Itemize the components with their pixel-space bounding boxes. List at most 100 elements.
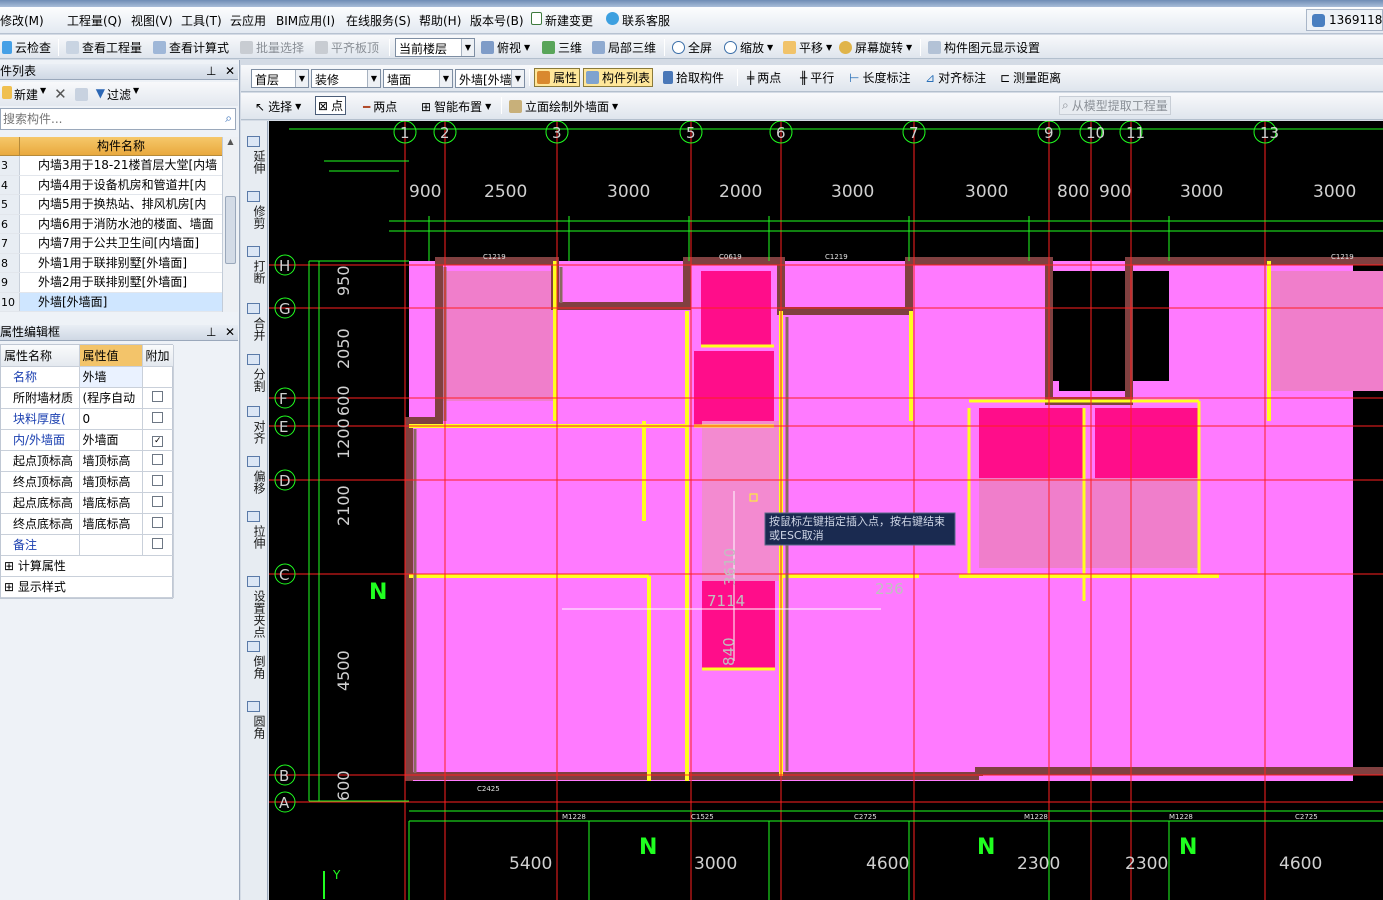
property-value[interactable]: 0 xyxy=(79,408,143,430)
drawing-canvas[interactable]: 按鼠标左键指定插入点，按右键结束 或ESC取消 3610 7114 236 84… xyxy=(269,121,1383,900)
component-search-input[interactable] xyxy=(1,109,211,128)
length-dim-button[interactable]: ⊢ 长度标注 xyxy=(847,68,912,87)
property-row[interactable]: 名称 外墙 xyxy=(1,366,174,388)
property-value[interactable]: 墙底标高 xyxy=(79,513,143,535)
element-select[interactable]: 外墙[外墙 ▼ xyxy=(455,69,525,88)
two-points-mode-button[interactable]: ━ 两点 xyxy=(361,97,399,116)
checkbox[interactable] xyxy=(152,495,164,507)
search-icon[interactable]: ⌕ xyxy=(225,111,232,126)
rotate-button[interactable]: 屏幕旋转 ▼ xyxy=(837,38,914,57)
category-select[interactable]: 装修 ▼ xyxy=(311,69,381,88)
menu-version[interactable]: 版本号(B) xyxy=(470,12,524,29)
menu-modify[interactable]: 修改(M) xyxy=(0,12,44,29)
component-row[interactable]: 7 内墙7用于公共卫生间[内墙面] xyxy=(0,234,222,254)
zoom-button[interactable]: 缩放 ▼ xyxy=(722,38,775,57)
close-icon[interactable]: ✕ xyxy=(225,64,235,79)
menu-bim[interactable]: BIM应用(I) xyxy=(276,12,335,29)
align-top-button[interactable]: 平齐板顶 xyxy=(313,38,381,57)
property-row[interactable]: 所附墙材质 (程序自动 xyxy=(1,387,174,409)
scroll-up-icon[interactable]: ▲ xyxy=(223,137,238,146)
checkbox[interactable] xyxy=(152,516,164,528)
tool-8[interactable]: 拉伸 xyxy=(241,525,266,549)
pin-icon[interactable]: ⊥ xyxy=(206,325,216,340)
group-display-style[interactable]: ⊞ 显示样式 xyxy=(1,576,174,598)
tool-11[interactable]: 圆角 xyxy=(241,715,266,739)
tool-1[interactable]: 延伸 xyxy=(241,150,266,174)
component-row[interactable]: 3 内墙3用于18-21楼首层大堂[内墙 xyxy=(0,156,222,176)
component-row[interactable]: 6 内墙6用于消防水池的楼面、墙面 xyxy=(0,214,222,234)
floor-scope-select[interactable]: 当前楼层 ▼ xyxy=(395,38,475,57)
view-formula-button[interactable]: 查看计算式 xyxy=(151,38,231,57)
component-list-toggle[interactable]: 构件列表 xyxy=(583,68,654,87)
menu-view[interactable]: 视图(V) xyxy=(131,12,173,29)
menu-contact[interactable]: 联系客服 xyxy=(606,12,670,29)
user-account[interactable]: 1369118 xyxy=(1306,9,1383,31)
property-row[interactable]: 终点底标高 墙底标高 xyxy=(1,513,174,535)
property-value[interactable]: 墙底标高 xyxy=(79,492,143,514)
delete-icon[interactable]: ✕ xyxy=(54,85,67,103)
three-d-button[interactable]: 三维 xyxy=(540,38,584,57)
local-3d-button[interactable]: 局部三维 xyxy=(590,38,658,57)
checkbox[interactable] xyxy=(152,537,164,549)
property-value[interactable]: 外墙面 xyxy=(79,429,143,451)
component-row[interactable]: 4 内墙4用于设备机房和管道井[内 xyxy=(0,175,222,195)
tool-6[interactable]: 对齐 xyxy=(241,420,266,444)
extract-quantity-button[interactable]: ⌕ 从模型提取工程量 xyxy=(1059,96,1171,115)
component-row[interactable]: 10 外墙[外墙面] xyxy=(0,292,222,312)
checkbox[interactable] xyxy=(152,474,164,486)
property-row[interactable]: 备注 xyxy=(1,534,174,556)
property-row[interactable]: 内/外墙面 外墙面 ✓ xyxy=(1,429,174,451)
property-value[interactable] xyxy=(79,534,143,556)
pin-icon[interactable]: ⊥ xyxy=(206,64,216,79)
checkbox[interactable] xyxy=(152,411,164,423)
property-row[interactable]: 终点顶标高 墙顶标高 xyxy=(1,471,174,493)
component-row[interactable]: 8 外墙1用于联排别墅[外墙面] xyxy=(0,253,222,273)
view-project-button[interactable]: 查看工程量 xyxy=(64,38,144,57)
parallel-button[interactable]: ╫ 平行 xyxy=(798,68,836,87)
filter-button[interactable]: ▼ 过滤 ▼ xyxy=(96,86,139,103)
menu-online[interactable]: 在线服务(S) xyxy=(346,12,411,29)
menu-quantity[interactable]: 工程量(Q) xyxy=(67,12,122,29)
checkbox[interactable]: ✓ xyxy=(152,436,164,447)
property-row[interactable]: 起点底标高 墙底标高 xyxy=(1,492,174,514)
elevation-draw-button[interactable]: 立面绘制外墙面 ▼ xyxy=(507,97,620,116)
menu-tools[interactable]: 工具(T) xyxy=(181,12,222,29)
fullscreen-button[interactable]: 全屏 xyxy=(670,38,714,57)
component-row[interactable]: 5 内墙5用于换热站、排风机房[内 xyxy=(0,195,222,215)
property-value[interactable]: 墙顶标高 xyxy=(79,471,143,493)
menu-new-change[interactable]: 新建变更 xyxy=(531,12,593,29)
tool-5[interactable]: 分割 xyxy=(241,368,266,392)
type-select[interactable]: 墙面 ▼ xyxy=(383,69,453,88)
copy-icon[interactable] xyxy=(74,87,88,101)
menu-help[interactable]: 帮助(H) xyxy=(419,12,461,29)
property-row[interactable]: 起点顶标高 墙顶标高 xyxy=(1,450,174,472)
batch-select-button[interactable]: 批量选择 xyxy=(238,38,306,57)
tool-10[interactable]: 倒角 xyxy=(241,655,266,679)
close-icon[interactable]: ✕ xyxy=(225,325,235,340)
top-view-button[interactable]: 俯视 ▼ xyxy=(479,38,532,57)
align-dim-button[interactable]: ⊿ 对齐标注 xyxy=(923,68,988,87)
floor-plan-drawing[interactable]: 按鼠标左键指定插入点，按右键结束 或ESC取消 3610 7114 236 84… xyxy=(269,121,1383,900)
pan-button[interactable]: 平移 ▼ xyxy=(781,38,834,57)
tool-9[interactable]: 设置夹点 xyxy=(241,590,266,638)
tool-2[interactable]: 修剪 xyxy=(241,205,266,229)
tool-7[interactable]: 偏移 xyxy=(241,470,266,494)
new-component-button[interactable]: 新建 ▼ xyxy=(2,85,46,103)
menu-cloud[interactable]: 云应用 xyxy=(230,12,266,29)
attribute-toggle[interactable]: 属性 xyxy=(534,68,581,87)
scrollbar-thumb[interactable] xyxy=(225,196,236,264)
two-points-dim-button[interactable]: ╪ 两点 xyxy=(745,68,783,87)
pick-component-button[interactable]: 拾取构件 xyxy=(661,68,726,87)
select-button[interactable]: ↖ 选择 ▼ xyxy=(253,97,303,116)
component-list-scrollbar[interactable]: ▲ xyxy=(222,137,238,312)
tool-3[interactable]: 打断 xyxy=(241,260,266,284)
point-mode-button[interactable]: ⊠ 点 xyxy=(315,96,347,115)
smart-layout-button[interactable]: ⊞ 智能布置 ▼ xyxy=(419,97,493,116)
cloud-check-button[interactable]: 云检查 xyxy=(0,38,53,57)
property-value[interactable]: 墙顶标高 xyxy=(79,450,143,472)
floor-select[interactable]: 首层 ▼ xyxy=(251,69,309,88)
group-calc-properties[interactable]: ⊞ 计算属性 xyxy=(1,555,174,577)
display-settings-button[interactable]: 构件图元显示设置 xyxy=(926,38,1042,57)
checkbox[interactable] xyxy=(152,390,164,402)
property-value[interactable]: (程序自动 xyxy=(79,387,143,409)
